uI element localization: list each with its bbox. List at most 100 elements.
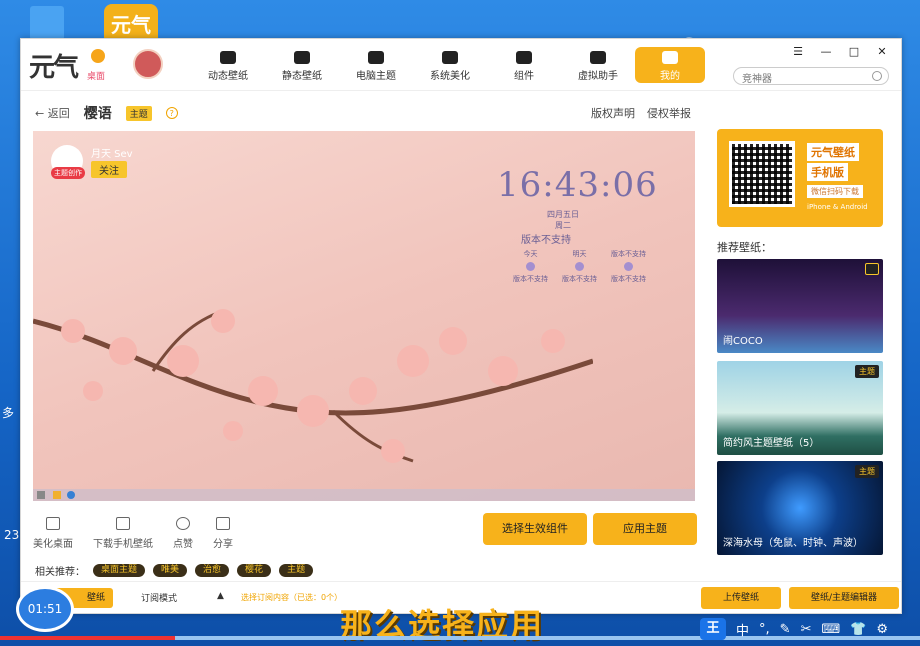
promo-subtitle: 手机版: [807, 163, 848, 181]
related-recommend: 相关推荐： 桌面主题 唯美 治愈 樱花 主题: [35, 563, 314, 578]
share-action[interactable]: 分享: [213, 517, 233, 550]
subscribe-arrow-icon[interactable]: ▲: [217, 591, 224, 601]
system-tray: 王 中 °, ✎ ✂ ⌨ 👕 ⚙: [700, 618, 888, 640]
nav-dynamic-wallpaper[interactable]: 动态壁纸: [191, 39, 265, 91]
nav-mine[interactable]: 我的: [635, 47, 705, 83]
recommend-card[interactable]: 主题 简约风主题壁纸（5）: [717, 361, 883, 455]
recommend-card[interactable]: 主题 深海水母（免鼠、时钟、声波）: [717, 461, 883, 555]
follow-button[interactable]: 关注: [91, 161, 127, 178]
rights-links: 版权声明 侵权举报: [591, 105, 691, 121]
like-action[interactable]: 点赞: [173, 517, 193, 550]
related-chip[interactable]: 桌面主题: [93, 564, 146, 577]
author-name[interactable]: 月天 Sev: [91, 145, 133, 160]
action-label: 美化桌面: [33, 539, 73, 550]
download-phone-wallpaper-action[interactable]: 下载手机壁纸: [93, 517, 153, 550]
theme-badge: 主题: [855, 365, 879, 378]
start-icon: [37, 491, 45, 499]
apply-theme-button[interactable]: 应用主题: [593, 513, 697, 545]
app-window: 元气 桌面 动态壁纸 静态壁纸 电脑主题 系统美化 组件 虚拟助手 我的 ☰ —…: [20, 38, 902, 614]
gear-icon: [442, 51, 458, 64]
nav-label: 电脑主题: [356, 71, 396, 82]
app-logo-sub: 桌面: [87, 72, 106, 82]
nav-system-beautify[interactable]: 系统美化: [413, 39, 487, 91]
nav-static-wallpaper[interactable]: 静态壁纸: [265, 39, 339, 91]
video-icon: [220, 51, 236, 64]
main-nav: 动态壁纸 静态壁纸 电脑主题 系统美化 组件 虚拟助手 我的: [191, 39, 705, 91]
theme-preview: 月天 Sev 主题创作 关注 16:43:06 四月五日 周二 版本不支持 今天…: [33, 131, 695, 501]
subscribe-note: 选择订阅内容（已选：0个）: [241, 593, 343, 602]
search-placeholder: 竞神器: [742, 74, 772, 85]
nav-virtual-assistant[interactable]: 虚拟助手: [561, 39, 635, 91]
beautify-desktop-action[interactable]: 美化桌面: [33, 517, 73, 550]
nav-label: 虚拟助手: [578, 71, 618, 82]
weather-day-label: 今天: [523, 250, 538, 258]
select-widget-button[interactable]: 选择生效组件: [483, 513, 587, 545]
settings-icon[interactable]: ⚙: [876, 622, 888, 637]
theme-tag: 主题: [125, 105, 152, 121]
top-nav-bar: 元气 桌面 动态壁纸 静态壁纸 电脑主题 系统美化 组件 虚拟助手 我的 ☰ —…: [21, 39, 901, 91]
skin-icon[interactable]: 👕: [850, 622, 866, 637]
minimize-icon[interactable]: —: [819, 45, 833, 58]
page-title: 樱语: [83, 106, 112, 122]
desktop-edge-text: 多: [2, 406, 15, 420]
browser-icon: [67, 491, 75, 499]
related-label: 相关推荐：: [35, 567, 85, 578]
user-avatar[interactable]: [133, 49, 163, 79]
theme-badge: 主题: [855, 465, 879, 478]
weekday-text: 周二: [555, 221, 571, 230]
subscribe-mode[interactable]: 订阅模式: [141, 591, 177, 604]
scissors-icon[interactable]: ✂: [801, 622, 812, 637]
report-link[interactable]: 侵权举报: [647, 105, 691, 121]
promo-scan-text: 微信扫码下载: [807, 185, 863, 198]
copyright-link[interactable]: 版权声明: [591, 105, 635, 121]
video-timer: 01:51: [16, 586, 74, 632]
logo-heart-icon: [91, 49, 105, 63]
related-chip[interactable]: 治愈: [195, 564, 230, 577]
mobile-app-promo[interactable]: 元气壁纸 手机版 微信扫码下载 iPhone & Android: [717, 129, 883, 227]
recommend-card[interactable]: 闹COCO: [717, 259, 883, 353]
desktop-app-icon[interactable]: [30, 6, 64, 40]
desktop-icon: [46, 517, 60, 530]
maximize-icon[interactable]: □: [847, 45, 861, 58]
weather-icon: [624, 262, 633, 271]
nav-widget[interactable]: 组件: [487, 39, 561, 91]
pen-icon[interactable]: ✎: [780, 622, 791, 637]
card-label: 闹COCO: [723, 336, 763, 347]
theme-editor-button[interactable]: 壁纸/主题编辑器: [789, 587, 899, 609]
ime-logo-icon[interactable]: 王: [700, 618, 726, 640]
promo-title: 元气壁纸: [807, 143, 859, 161]
related-chip[interactable]: 唯美: [153, 564, 188, 577]
weather-widget: 今天 版本不支持 明天 版本不支持 版本不支持 版本不支持: [513, 249, 646, 284]
close-icon[interactable]: ✕: [875, 45, 889, 58]
upload-wallpaper-button[interactable]: 上传壁纸: [701, 587, 781, 609]
help-icon[interactable]: ?: [165, 107, 178, 119]
punctuation-icon[interactable]: °,: [759, 622, 770, 637]
related-chip[interactable]: 樱花: [237, 564, 272, 577]
video-badge-icon: [865, 263, 879, 275]
search-icon[interactable]: [872, 71, 882, 81]
weather-day-label: 版本不支持: [611, 250, 646, 258]
action-label: 点赞: [173, 539, 193, 550]
app-logo[interactable]: 元气: [29, 47, 79, 84]
back-button[interactable]: ← 返回: [35, 105, 70, 121]
preview-taskbar: [33, 489, 695, 501]
ime-lang-icon[interactable]: 中: [736, 620, 749, 639]
related-chip[interactable]: 主题: [279, 564, 314, 577]
card-label: 简约风主题壁纸（5）: [723, 438, 820, 449]
paw-icon: [590, 51, 606, 64]
nav-label: 静态壁纸: [282, 71, 322, 82]
window-controls: ☰ — □ ✕: [791, 45, 889, 58]
author-badge: 主题创作: [51, 167, 85, 179]
desktop-edge-number: 23: [4, 528, 20, 542]
video-progress-fill: [0, 636, 175, 640]
nav-label: 组件: [514, 71, 534, 82]
menu-icon[interactable]: ☰: [791, 45, 805, 58]
weather-text: 版本不支持: [562, 275, 597, 283]
nav-pc-theme[interactable]: 电脑主题: [339, 39, 413, 91]
weather-day: 今天 版本不支持: [513, 249, 548, 284]
action-label: 下载手机壁纸: [93, 539, 153, 550]
keyboard-icon[interactable]: ⌨: [821, 622, 840, 637]
weather-day: 明天 版本不支持: [562, 249, 597, 284]
search-input[interactable]: 竞神器: [733, 67, 889, 85]
nav-label: 我的: [660, 71, 680, 82]
